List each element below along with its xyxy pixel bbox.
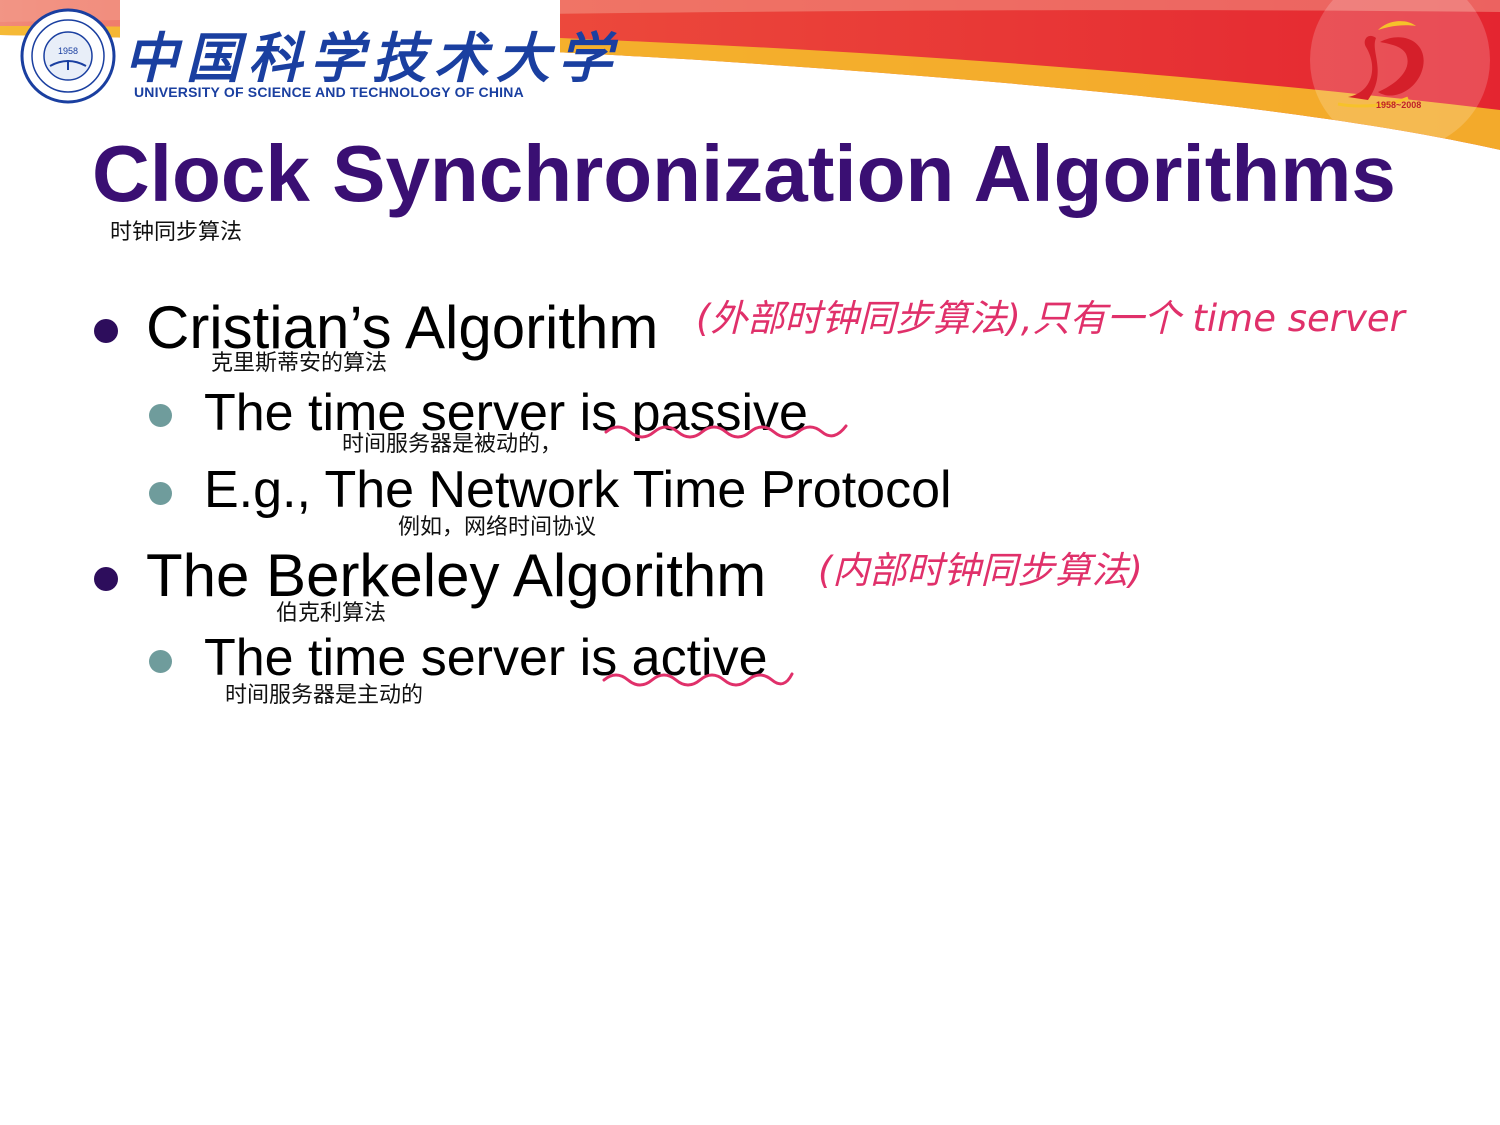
sub-bullet-dot [149, 650, 172, 673]
sub-bullet-dot [149, 482, 172, 505]
anniversary-logo-icon [1337, 21, 1424, 108]
sub-bullet-passive-note: 时间服务器是被动的， [342, 431, 563, 456]
bullet-berkeley-note: 伯克利算法 [276, 600, 387, 625]
university-seal-icon: 1958 [20, 8, 116, 104]
handwritten-annotation-berkeley: (内部时钟同步算法) [818, 549, 1143, 592]
title-translation-note: 时钟同步算法 [110, 219, 243, 244]
anniversary-years: 1958~2008 [1376, 100, 1422, 110]
svg-text:1958: 1958 [58, 46, 78, 56]
university-name-cn: 中国科学技术大学 [124, 26, 620, 90]
handwritten-annotation-cristian: (外部时钟同步算法),只有一个 time server [696, 297, 1405, 340]
sub-bullet-dot [149, 404, 172, 427]
university-name-en: UNIVERSITY OF SCIENCE AND TECHNOLOGY OF … [134, 84, 524, 100]
bullet-dot [94, 567, 118, 591]
bullet-dot [94, 319, 118, 343]
handwritten-underline [604, 424, 848, 439]
sub-bullet-active-note: 时间服务器是主动的 [225, 682, 424, 707]
sub-bullet-ntp-note: 例如，网络时间协议 [398, 514, 597, 539]
bullet-berkeley: The Berkeley Algorithm [146, 542, 767, 609]
slide-title: Clock Synchronization Algorithms [92, 129, 1396, 218]
bullet-cristian-note: 克里斯蒂安的算法 [211, 350, 388, 375]
bullet-cristian: Cristian’s Algorithm [146, 294, 659, 361]
handwritten-underline [602, 672, 794, 687]
sub-bullet-ntp: E.g., The Network Time Protocol [204, 461, 952, 519]
